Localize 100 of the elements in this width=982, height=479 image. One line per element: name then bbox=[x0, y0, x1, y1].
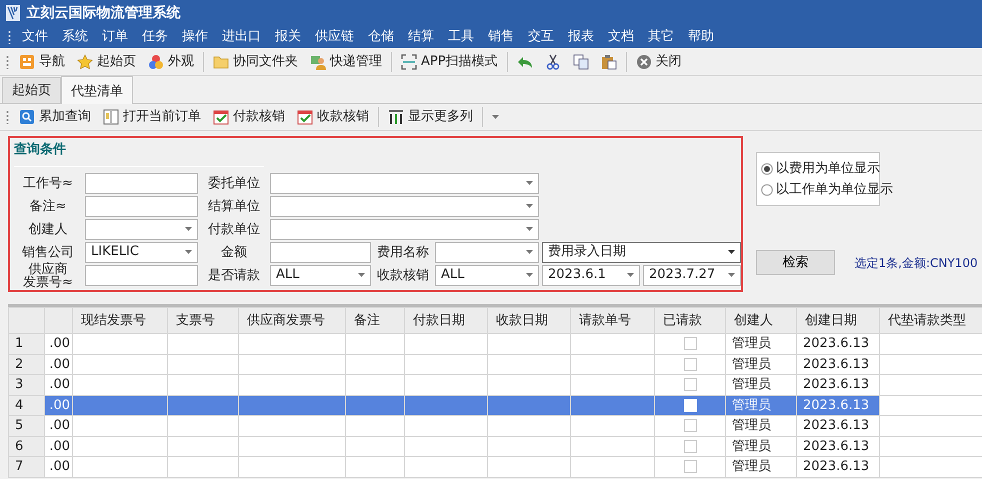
caret-icon bbox=[526, 250, 533, 254]
menu-item[interactable]: 仓储 bbox=[361, 27, 401, 47]
field-label: 工作号≈ bbox=[23, 177, 73, 190]
field-label: 创建人 bbox=[28, 223, 68, 236]
menu-item[interactable]: 交互 bbox=[521, 27, 561, 47]
column-header[interactable]: 支票号 bbox=[168, 308, 238, 334]
menu-item[interactable]: 任务 bbox=[135, 27, 175, 47]
input-field[interactable] bbox=[85, 172, 198, 194]
search-button[interactable]: 检索 bbox=[756, 250, 835, 275]
dropdown-field[interactable] bbox=[435, 242, 539, 262]
radio-button[interactable] bbox=[761, 184, 773, 196]
table-cell: 管理员 bbox=[726, 395, 796, 416]
caret-icon bbox=[526, 204, 533, 208]
dropdown-field[interactable] bbox=[85, 218, 198, 240]
column-header[interactable]: 现结发票号 bbox=[72, 308, 168, 334]
toolbar-button[interactable]: 累加查询 bbox=[13, 105, 97, 129]
menu-item[interactable]: 系统 bbox=[55, 27, 95, 47]
column-header[interactable]: 创建人 bbox=[726, 308, 796, 334]
menu-item[interactable]: 文档 bbox=[601, 27, 641, 47]
column-header[interactable]: 供应商发票号 bbox=[238, 308, 346, 334]
toolbar-button[interactable]: 外观 bbox=[142, 50, 200, 74]
toolbar-button[interactable]: 付款核销 bbox=[207, 105, 291, 129]
toolbar-button[interactable]: APP扫描模式 bbox=[395, 50, 504, 74]
nav-icon bbox=[19, 54, 35, 70]
table-cell: .00 bbox=[44, 456, 72, 477]
field-label: 金额 bbox=[221, 246, 247, 259]
column-header[interactable]: 收款日期 bbox=[488, 308, 570, 334]
column-header[interactable]: 已请款 bbox=[654, 308, 726, 334]
toolbar-button[interactable]: 收款核销 bbox=[291, 105, 375, 129]
menu-item[interactable]: 供应链 bbox=[308, 27, 361, 47]
menu-item[interactable]: 其它 bbox=[641, 27, 681, 47]
menu-item[interactable]: 报表 bbox=[561, 27, 601, 47]
checkbox[interactable] bbox=[684, 460, 696, 474]
dropdown-field[interactable]: 2023.6.1 bbox=[542, 264, 640, 286]
menu-item[interactable]: 工具 bbox=[441, 27, 481, 47]
toolbar-button[interactable]: 导航 bbox=[13, 50, 71, 74]
dropdown-field[interactable]: 2023.7.27 bbox=[643, 264, 741, 286]
table-cell: 管理员 bbox=[726, 374, 796, 395]
input-field[interactable] bbox=[270, 242, 371, 262]
column-header[interactable]: 代垫请款类型 bbox=[880, 308, 982, 334]
menu-item[interactable]: 报关 bbox=[268, 27, 308, 47]
dropdown-field[interactable]: ALL bbox=[435, 264, 539, 286]
radio-label[interactable]: 以费用为单位显示 bbox=[776, 158, 880, 178]
checkbox[interactable] bbox=[684, 419, 696, 432]
input-field[interactable] bbox=[85, 264, 198, 286]
row-number: 4 bbox=[8, 395, 44, 416]
caret-icon bbox=[728, 250, 735, 254]
toolbar-button[interactable]: 协同文件夹 bbox=[207, 50, 304, 74]
book-icon bbox=[103, 109, 119, 125]
circles-icon bbox=[148, 54, 164, 70]
column-header[interactable]: 请款单号 bbox=[570, 308, 654, 334]
dropdown-field[interactable] bbox=[270, 172, 539, 194]
checkbox[interactable] bbox=[684, 358, 696, 371]
caret-icon bbox=[526, 181, 533, 185]
menu-item[interactable]: 进出口 bbox=[215, 27, 268, 47]
checkbox[interactable] bbox=[684, 440, 696, 453]
field-label: 结算单位 bbox=[208, 200, 260, 213]
caret-icon bbox=[185, 250, 192, 254]
app-logo-icon bbox=[6, 5, 20, 21]
row-number: 1 bbox=[8, 334, 44, 354]
table-cell: 2023.6.13 bbox=[796, 395, 880, 416]
caret-icon bbox=[185, 227, 192, 231]
checkbox[interactable] bbox=[684, 337, 696, 350]
window-title: 立刻云国际物流管理系统 bbox=[26, 4, 180, 22]
dropdown-field[interactable] bbox=[270, 196, 539, 216]
field-label: 备注≈ bbox=[30, 200, 66, 213]
toolbar-button[interactable]: 打开当前订单 bbox=[97, 105, 207, 129]
scan-icon bbox=[401, 54, 417, 70]
toolbar-button[interactable]: 起始页 bbox=[71, 50, 142, 74]
toolbar-button[interactable]: 关闭 bbox=[630, 50, 688, 74]
caret-icon bbox=[526, 273, 533, 277]
scissors-icon bbox=[544, 54, 561, 70]
checkbox[interactable] bbox=[684, 378, 696, 392]
dropdown-field[interactable]: 费用录入日期 bbox=[542, 242, 741, 262]
copy-icon bbox=[572, 54, 589, 70]
input-field[interactable] bbox=[85, 196, 198, 216]
row-number: 7 bbox=[8, 456, 44, 477]
menu-item[interactable]: 结算 bbox=[401, 27, 441, 47]
dropdown-field[interactable]: ALL bbox=[270, 264, 371, 286]
toolbar-button[interactable]: 快递管理 bbox=[304, 50, 388, 74]
folder-icon bbox=[213, 54, 229, 70]
tab[interactable]: 代垫清单 bbox=[61, 76, 133, 104]
dropdown-field[interactable] bbox=[270, 218, 539, 240]
caret-icon bbox=[526, 227, 533, 231]
close-icon bbox=[636, 54, 652, 70]
radio-button[interactable] bbox=[761, 162, 773, 174]
column-header[interactable]: 备注 bbox=[346, 308, 404, 334]
column-header[interactable]: 创建日期 bbox=[796, 308, 880, 334]
menu-item[interactable]: 销售 bbox=[481, 27, 521, 47]
tab[interactable]: 起始页 bbox=[2, 76, 61, 103]
section-title: 查询条件 bbox=[14, 140, 264, 166]
menu-item[interactable]: 订单 bbox=[95, 27, 135, 47]
menu-item[interactable]: 帮助 bbox=[681, 27, 721, 47]
menu-item[interactable]: 操作 bbox=[175, 27, 215, 47]
column-header[interactable]: 付款日期 bbox=[404, 308, 488, 334]
menu-item[interactable]: 文件 bbox=[15, 27, 55, 47]
toolbar-button[interactable]: 显示更多列 bbox=[382, 105, 479, 129]
dropdown-field[interactable]: LIKELIC bbox=[85, 242, 198, 262]
radio-label[interactable]: 以工作单为单位显示 bbox=[776, 180, 893, 200]
field-label: 是否请款 bbox=[208, 269, 260, 282]
